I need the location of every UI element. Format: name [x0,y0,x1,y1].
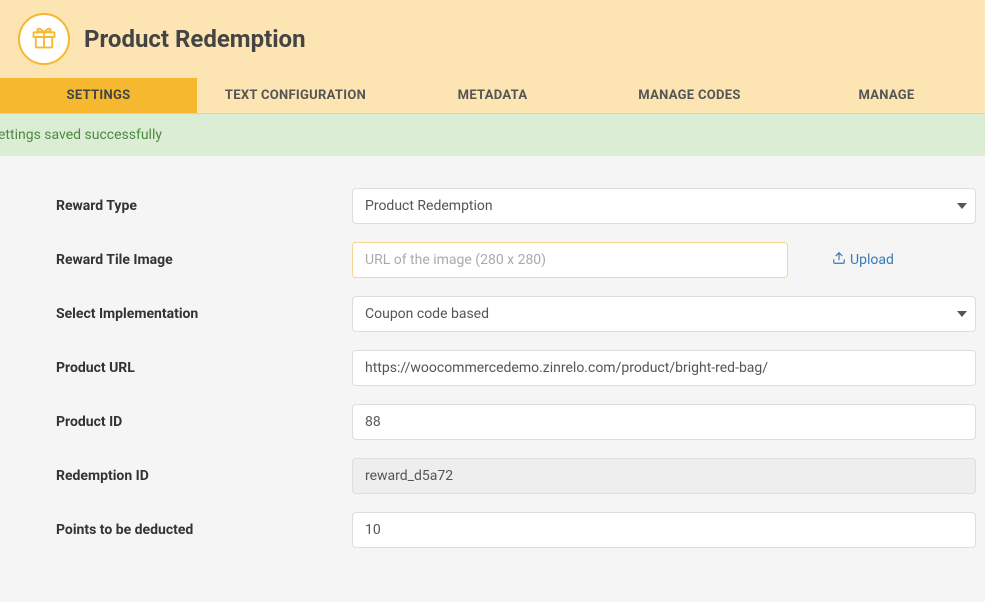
upload-label: Upload [850,252,894,268]
row-select-implementation: Select Implementation Coupon code based [56,296,975,332]
header-icon-wrap [18,13,70,65]
success-banner: ettings saved successfully [0,114,985,156]
page-header: Product Redemption [0,0,985,78]
input-points-to-be-deducted[interactable] [352,512,976,548]
select-reward-type[interactable]: Product Redemption [352,188,976,224]
tab-manage[interactable]: MANAGE [788,78,985,113]
tab-metadata[interactable]: METADATA [394,78,591,113]
row-redemption-id: Redemption ID [56,458,975,494]
page-title: Product Redemption [84,25,306,53]
tab-text-configuration[interactable]: TEXT CONFIGURATION [197,78,394,113]
row-product-url: Product URL [56,350,975,386]
select-implementation[interactable]: Coupon code based [352,296,976,332]
settings-form: Reward Type Product Redemption Reward Ti… [0,156,985,602]
gift-icon [30,23,58,55]
row-auto-redeem [56,566,975,602]
row-reward-type: Reward Type Product Redemption [56,188,975,224]
label-product-id: Product ID [56,414,352,430]
input-redemption-id [352,458,976,494]
tab-manage-codes[interactable]: MANAGE CODES [591,78,788,113]
input-product-id[interactable] [352,404,976,440]
label-select-implementation: Select Implementation [56,306,352,322]
row-reward-tile-image: Reward Tile Image Upload [56,242,975,278]
label-reward-tile-image: Reward Tile Image [56,252,352,268]
upload-link[interactable]: Upload [832,251,894,269]
input-product-url[interactable] [352,350,976,386]
row-product-id: Product ID [56,404,975,440]
label-redemption-id: Redemption ID [56,468,352,484]
label-points-to-be-deducted: Points to be deducted [56,522,352,538]
row-points-to-be-deducted: Points to be deducted [56,512,975,548]
upload-icon [832,251,846,269]
input-reward-tile-image[interactable] [352,242,788,278]
tab-settings[interactable]: SETTINGS [0,78,197,113]
label-product-url: Product URL [56,360,352,376]
tabs-nav: SETTINGS TEXT CONFIGURATION METADATA MAN… [0,78,985,114]
label-reward-type: Reward Type [56,198,352,214]
